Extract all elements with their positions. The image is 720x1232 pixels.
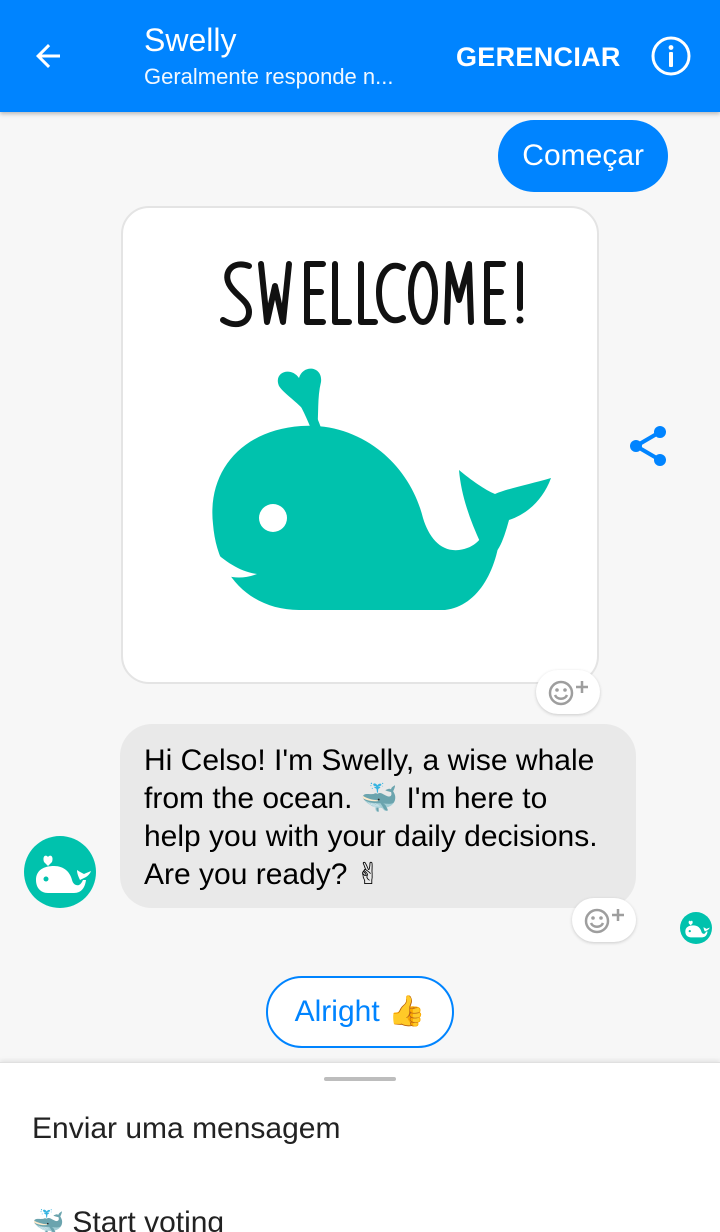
composer-menu-sheet: Enviar uma mensagem 🐳 Start voting — [0, 1062, 720, 1232]
outgoing-message-bubble[interactable]: Começar — [498, 120, 668, 192]
arrow-left-icon — [36, 44, 60, 68]
response-time-subtitle: Geralmente responde n... — [144, 64, 394, 89]
info-icon — [651, 36, 691, 76]
share-icon — [630, 426, 666, 466]
start-voting-item[interactable]: 🐳 Start voting — [32, 1203, 224, 1232]
bot-avatar[interactable] — [24, 836, 96, 908]
card-add-reaction-button[interactable] — [536, 670, 600, 714]
info-button[interactable] — [650, 35, 692, 77]
conversation-header: Swelly Geralmente responde n... GERENCIA… — [0, 0, 720, 112]
whale-icon — [685, 920, 710, 938]
conversation-title-area[interactable]: Swelly Geralmente responde n... — [144, 20, 434, 94]
send-message-item[interactable]: Enviar uma mensagem — [32, 1109, 340, 1149]
add-reaction-icon — [584, 908, 624, 934]
manage-button[interactable]: GERENCIAR — [456, 38, 621, 76]
incoming-message-bubble[interactable]: Hi Celso! I'm Swelly, a wise whale from … — [120, 724, 636, 908]
message-list[interactable]: Começar Hi Celso! I'm Swelly, a wise wha… — [0, 112, 720, 1062]
message-add-reaction-button[interactable] — [572, 898, 636, 942]
whale-emoji-icon: 🐳 — [32, 1208, 65, 1232]
sheet-drag-handle[interactable] — [324, 1077, 396, 1081]
welcome-image-card[interactable] — [121, 206, 599, 684]
seen-indicator-avatar — [680, 912, 712, 944]
share-button[interactable] — [628, 424, 668, 468]
add-reaction-icon — [548, 680, 588, 706]
whale-icon — [36, 855, 91, 893]
swellcome-whale-image — [211, 261, 551, 610]
page-title: Swelly — [144, 22, 237, 58]
back-button[interactable] — [28, 36, 68, 76]
quick-reply-alright[interactable]: Alright 👍 — [266, 976, 454, 1048]
start-voting-label: Start voting — [72, 1206, 225, 1232]
